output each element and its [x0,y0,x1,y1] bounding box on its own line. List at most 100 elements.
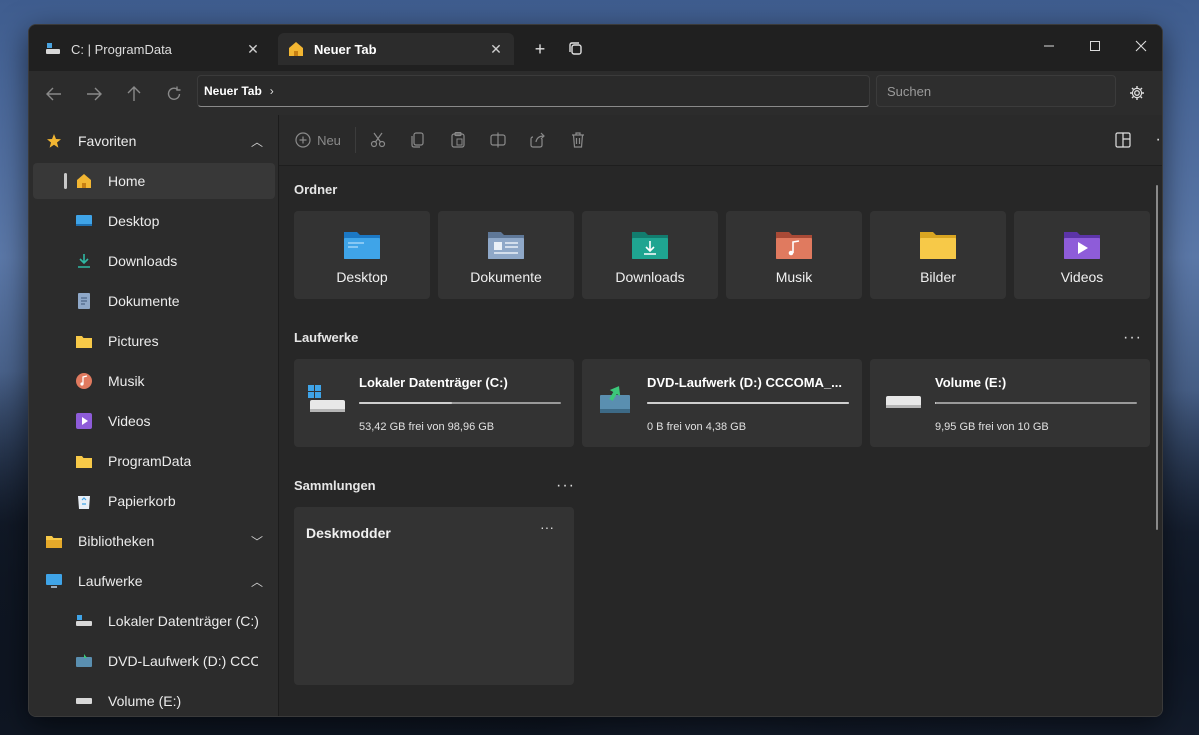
dvd-drive-icon [600,386,630,413]
sidebar-item-label: Papierkorb [108,493,176,509]
drive-card-c[interactable]: Lokaler Datenträger (C:) 53,42 GB frei v… [294,359,574,447]
sidebar-item-downloads[interactable]: Downloads [33,243,275,279]
more-options-button[interactable]: ··· [1153,129,1163,151]
folder-card-videos[interactable]: Videos [1014,211,1150,299]
chevron-up-icon[interactable]: ︿ [251,573,263,590]
toolbar-divider [355,127,356,153]
sidebar-item-documents[interactable]: Dokumente [33,283,275,319]
windows-drive-icon [308,385,345,412]
sidebar-section-label: Laufwerke [78,573,143,589]
chevron-up-icon[interactable]: ︿ [251,133,263,150]
minimize-button[interactable] [1026,31,1072,61]
collection-card-deskmodder[interactable]: Deskmodder ··· [294,507,574,685]
sidebar-item-pictures[interactable]: Pictures [33,323,275,359]
share-icon [530,132,545,148]
chevron-down-icon[interactable]: ﹀ [251,533,263,550]
folder-icon [75,452,93,470]
computer-icon [45,572,63,590]
arrow-right-icon [87,87,102,101]
layout-icon [1115,132,1131,148]
path-bar[interactable]: Neuer Tab › [197,75,870,107]
settings-button[interactable] [1125,81,1149,105]
drive-card-d[interactable]: DVD-Laufwerk (D:) CCCOMA_... 0 B frei vo… [582,359,862,447]
chevron-right-icon[interactable]: › [270,84,274,98]
drive-name: Lokaler Datenträger (C:) [359,375,508,390]
drives-more-button[interactable]: ··· [1123,329,1142,347]
sidebar-item-recycle-bin[interactable]: Papierkorb [33,483,275,519]
add-circle-icon [295,132,311,148]
sidebar-item-videos[interactable]: Videos [33,403,275,439]
drive-card-e[interactable]: Volume (E:) 9,95 GB frei von 10 GB [870,359,1150,447]
collections-more-button[interactable]: ··· [556,477,575,495]
arrow-left-icon [46,87,61,101]
drive-usage-bar [935,402,1137,404]
sidebar-section-libraries[interactable]: Bibliotheken ﹀ [33,523,275,559]
scrollbar[interactable] [1156,185,1158,530]
paste-button[interactable] [448,129,468,151]
drive-icon [45,41,61,57]
home-icon [75,172,93,190]
paste-icon [451,132,465,148]
sidebar-item-desktop[interactable]: Desktop [33,203,275,239]
hard-drive-icon [75,692,93,710]
layout-button[interactable] [1113,129,1133,151]
search-input[interactable]: Suchen [876,75,1116,107]
title-bar: C: | ProgramData ✕ Neuer Tab ✕ + [29,25,1162,71]
back-button[interactable] [41,81,67,107]
desktop-folder-icon [344,232,380,259]
download-icon [75,252,93,270]
folder-label: Musik [775,269,813,285]
rename-icon [490,132,506,148]
downloads-folder-icon [632,232,668,259]
sidebar-item-home[interactable]: Home [33,163,275,199]
drive-usage-bar [359,402,561,404]
library-folder-icon [45,532,63,550]
selection-indicator [64,173,67,189]
sidebar-section-favorites[interactable]: Favoriten ︿ [33,123,275,159]
sidebar-item-drive-c[interactable]: Lokaler Datenträger (C:) [33,603,275,639]
documents-folder-icon [488,232,524,259]
sidebar-item-music[interactable]: Musik [33,363,275,399]
up-button[interactable] [121,81,147,107]
dvd-drive-icon [75,652,93,670]
close-window-button[interactable] [1118,31,1162,61]
close-tab-icon[interactable]: ✕ [484,41,508,58]
folder-card-music[interactable]: Musik [726,211,862,299]
maximize-button[interactable] [1072,31,1118,61]
rename-button[interactable] [488,129,508,151]
breadcrumb-current[interactable]: Neuer Tab [204,84,262,98]
duplicate-icon [569,42,582,55]
tab-title: C: | ProgramData [71,41,172,57]
copy-button[interactable] [408,129,428,151]
sidebar-item-label: DVD-Laufwerk (D:) CCCOMA_X64FRE_DE-DE_DV… [108,653,258,669]
refresh-button[interactable] [161,81,187,107]
drive-space-info: 0 B frei von 4,38 GB [647,421,747,433]
sidebar-item-programdata[interactable]: ProgramData [33,443,275,479]
tab-neuer-tab[interactable]: Neuer Tab ✕ [278,33,514,65]
files-window: C: | ProgramData ✕ Neuer Tab ✕ + Neuer T… [28,24,1163,717]
scissors-icon [370,132,386,148]
main-content: Neu ··· O [279,115,1163,716]
copy-icon [411,132,424,148]
tab-programdata[interactable]: C: | ProgramData ✕ [35,33,271,65]
folder-card-desktop[interactable]: Desktop [294,211,430,299]
cut-button[interactable] [368,129,388,151]
collection-more-button[interactable]: ··· [540,519,554,535]
new-tab-button[interactable]: + [528,37,552,61]
drive-space-info: 53,42 GB frei von 98,96 GB [359,421,495,433]
sidebar-section-drives[interactable]: Laufwerke ︿ [33,563,275,599]
folder-card-documents[interactable]: Dokumente [438,211,574,299]
folder-card-pictures[interactable]: Bilder [870,211,1006,299]
close-tab-icon[interactable]: ✕ [241,41,265,58]
delete-button[interactable] [568,129,588,151]
share-button[interactable] [528,129,548,151]
video-icon [75,412,93,430]
sidebar-item-drive-e[interactable]: Volume (E:) [33,683,275,716]
sidebar-item-drive-d[interactable]: DVD-Laufwerk (D:) CCCOMA_X64FRE_DE-DE_DV… [33,643,275,679]
folder-card-downloads[interactable]: Downloads [582,211,718,299]
forward-button[interactable] [81,81,107,107]
duplicate-tab-button[interactable] [564,37,588,61]
new-button[interactable]: Neu [293,129,343,151]
folder-icon [75,332,93,350]
folder-label: Desktop [336,269,388,285]
